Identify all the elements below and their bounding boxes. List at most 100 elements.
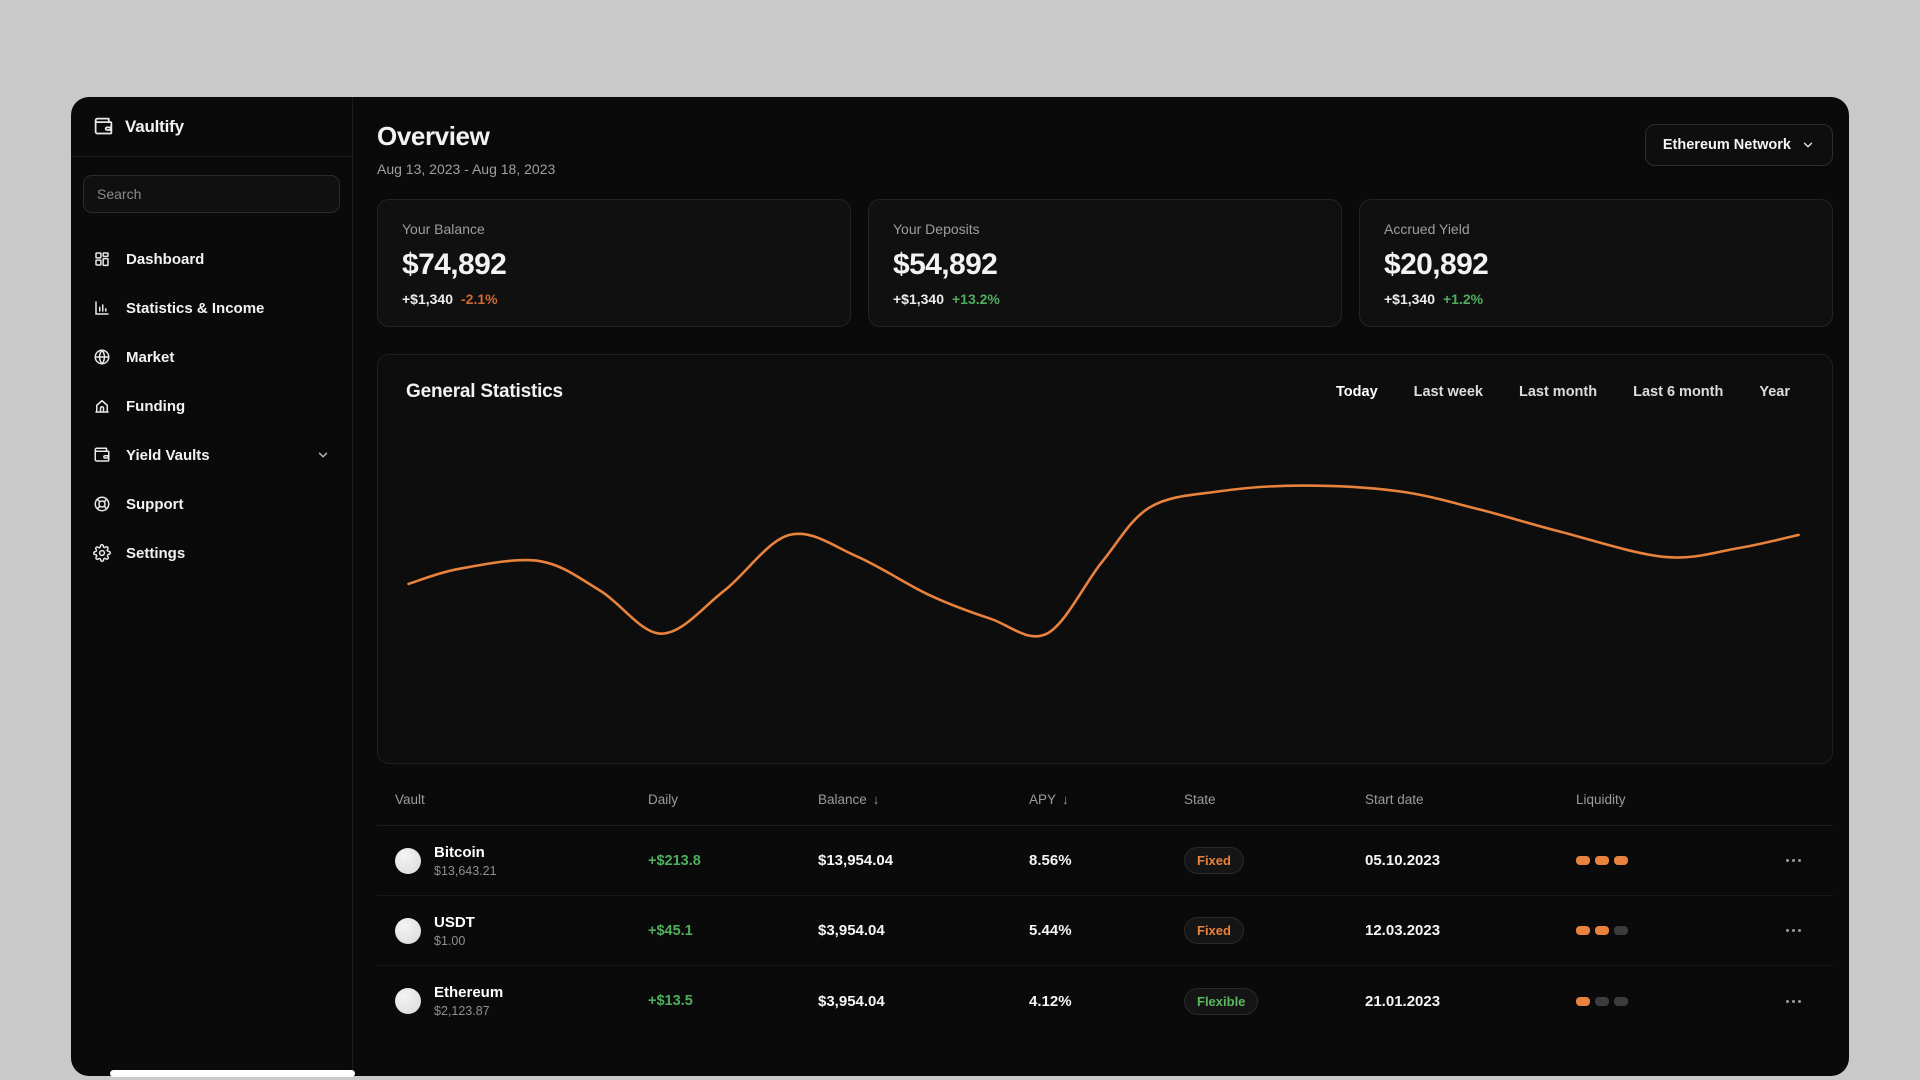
- horizontal-scrollbar-thumb[interactable]: [110, 1070, 355, 1077]
- sidebar-menu: Dashboard Statistics & Income Market Fun…: [71, 239, 352, 582]
- table-row[interactable]: Bitcoin $13,643.21 +$213.8 $13,954.04 8.…: [377, 826, 1833, 896]
- row-menu-button[interactable]: [1776, 846, 1810, 876]
- filter-year[interactable]: Year: [1759, 384, 1790, 400]
- sidebar-item-label: Settings: [126, 544, 186, 562]
- sidebar-item-yield-vaults[interactable]: Yield Vaults: [83, 435, 340, 475]
- sidebar-item-label: Statistics & Income: [126, 299, 265, 317]
- row-menu-button[interactable]: [1776, 916, 1810, 946]
- coin-avatar: [395, 988, 421, 1014]
- vault-name: Bitcoin: [434, 843, 485, 861]
- column-state: State: [1184, 792, 1216, 807]
- apy-value: 5.44%: [1029, 922, 1072, 939]
- start-date: 12.03.2023: [1365, 922, 1441, 939]
- daily-change: +$45.1: [648, 922, 693, 939]
- stat-cards: Your Balance $74,892 +$1,340 -2.1% Your …: [377, 199, 1833, 327]
- balance-value: $3,954.04: [818, 992, 885, 1010]
- apy-value: 4.12%: [1029, 992, 1072, 1010]
- globe-icon: [93, 348, 111, 366]
- delta-pct: +13.2%: [952, 291, 1000, 307]
- chevron-down-icon: [1801, 138, 1815, 152]
- sidebar-item-support[interactable]: Support: [83, 484, 340, 524]
- date-range: Aug 13, 2023 - Aug 18, 2023: [377, 161, 556, 177]
- daily-change: +$213.8: [648, 852, 701, 869]
- apy-value: 8.56%: [1029, 852, 1072, 869]
- card-label: Your Balance: [402, 221, 485, 237]
- delta-amount: +$1,340: [402, 291, 453, 307]
- state-badge: Flexible: [1184, 987, 1259, 1015]
- sidebar-item-market[interactable]: Market: [83, 337, 340, 377]
- start-date: 21.01.2023: [1365, 992, 1441, 1010]
- card-label: Accrued Yield: [1384, 221, 1470, 237]
- daily-change: +$13.5: [648, 993, 693, 1009]
- network-selector[interactable]: Ethereum Network: [1644, 124, 1833, 166]
- sidebar-item-settings[interactable]: Settings: [83, 533, 340, 573]
- vaults-table: Vault Daily Balance ↓ APY ↓ State Start …: [377, 774, 1833, 1036]
- filter-today[interactable]: Today: [1336, 384, 1378, 400]
- wallet-logo-icon: [93, 116, 114, 137]
- column-liquidity: Liquidity: [1576, 792, 1626, 807]
- stat-card-accrued-yield: Accrued Yield $20,892 +$1,340 +1.2%: [1359, 199, 1833, 327]
- column-vault: Vault: [395, 792, 425, 807]
- logo: Vaultify: [71, 97, 352, 157]
- chart-title: General Statistics: [406, 381, 563, 402]
- app-window: Vaultify Dashboard Statistics & Income: [71, 97, 1849, 1076]
- search-input[interactable]: [83, 175, 340, 213]
- filter-last-week[interactable]: Last week: [1414, 384, 1483, 400]
- liquidity-indicator: [1576, 996, 1758, 1006]
- column-apy[interactable]: APY ↓: [1029, 792, 1184, 807]
- filter-last-month[interactable]: Last month: [1519, 384, 1597, 400]
- column-balance[interactable]: Balance ↓: [818, 792, 1029, 807]
- state-badge: Fixed: [1184, 847, 1244, 874]
- card-value: $20,892: [1384, 248, 1489, 281]
- vault-price: $2,123.87: [434, 1004, 490, 1018]
- card-delta: +$1,340 -2.1%: [402, 291, 826, 307]
- network-selector-label: Ethereum Network: [1662, 137, 1791, 153]
- column-label: Balance: [818, 792, 867, 807]
- dashboard-grid-icon: [93, 250, 111, 268]
- time-filters: Today Last week Last month Last 6 month …: [1336, 384, 1790, 400]
- vault-price: $13,643.21: [434, 863, 497, 878]
- vault-name: USDT: [434, 913, 475, 931]
- stat-card-your-deposits: Your Deposits $54,892 +$1,340 +13.2%: [868, 199, 1342, 327]
- table-header: Vault Daily Balance ↓ APY ↓ State Start …: [377, 774, 1833, 826]
- statistics-line-chart: [378, 355, 1832, 763]
- sidebar: Vaultify Dashboard Statistics & Income: [71, 97, 353, 1076]
- stat-card-your-balance: Your Balance $74,892 +$1,340 -2.1%: [377, 199, 851, 327]
- sidebar-item-label: Support: [126, 495, 184, 513]
- bank-icon: [93, 397, 111, 415]
- vault-cell: Bitcoin $13,643.21: [395, 844, 648, 878]
- balance-value: $13,954.04: [818, 852, 894, 869]
- card-delta: +$1,340 +13.2%: [893, 291, 1317, 307]
- chart-bars-icon: [93, 299, 111, 317]
- sidebar-item-statistics-income[interactable]: Statistics & Income: [83, 288, 340, 328]
- statistics-line: [409, 486, 1799, 637]
- general-statistics-panel: General Statistics Today Last week Last …: [377, 354, 1833, 764]
- search: [83, 175, 340, 213]
- filter-last-6-month[interactable]: Last 6 month: [1633, 384, 1723, 400]
- sidebar-item-dashboard[interactable]: Dashboard: [83, 239, 340, 279]
- vault-price: $1.00: [434, 933, 466, 948]
- sidebar-item-funding[interactable]: Funding: [83, 386, 340, 426]
- start-date: 05.10.2023: [1365, 852, 1441, 869]
- coin-avatar: [395, 917, 421, 944]
- app-title: Vaultify: [125, 116, 184, 136]
- row-menu-button[interactable]: [1776, 986, 1810, 1016]
- balance-value: $3,954.04: [818, 922, 885, 939]
- liquidity-indicator: [1576, 926, 1758, 935]
- delta-pct: +1.2%: [1443, 291, 1484, 307]
- sort-desc-icon: ↓: [1062, 792, 1069, 807]
- delta-pct: -2.1%: [461, 291, 498, 307]
- vault-name: Ethereum: [434, 984, 504, 1001]
- column-label: APY: [1029, 792, 1057, 807]
- card-value: $54,892: [893, 248, 998, 281]
- wallet-icon: [93, 446, 111, 464]
- delta-amount: +$1,340: [893, 291, 944, 307]
- table-row[interactable]: USDT $1.00 +$45.1 $3,954.04 5.44% Fixed …: [377, 896, 1833, 966]
- card-value: $74,892: [402, 248, 507, 281]
- coin-avatar: [395, 847, 421, 874]
- sort-desc-icon: ↓: [872, 792, 880, 807]
- card-delta: +$1,340 +1.2%: [1384, 291, 1808, 307]
- column-daily: Daily: [648, 792, 679, 807]
- table-row[interactable]: Ethereum $2,123.87 +$13.5 $3,954.04 4.12…: [377, 966, 1833, 1036]
- sidebar-item-label: Funding: [126, 397, 186, 415]
